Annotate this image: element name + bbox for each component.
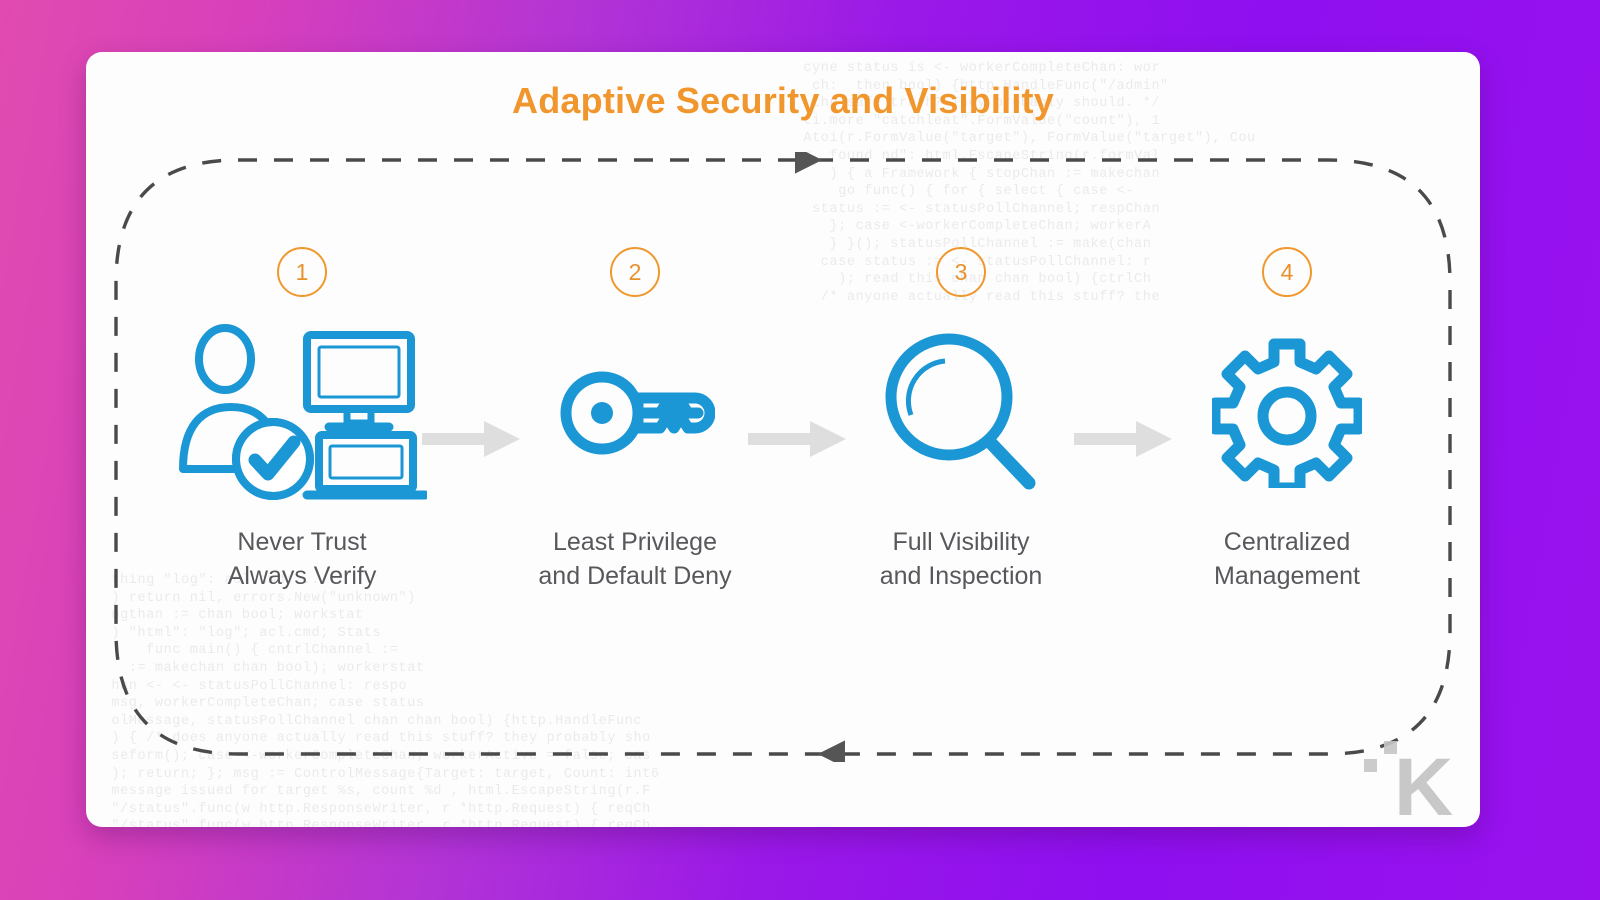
user-devices-verified-icon: [179, 324, 427, 500]
watermark-letter: K: [1394, 742, 1453, 825]
step-4-icon-box: [1212, 323, 1362, 503]
gear-icon: [1212, 338, 1362, 488]
step-4-number: 4: [1262, 247, 1312, 297]
content-card: cyne status is <- workerCompleteChan: wo…: [86, 52, 1480, 827]
key-icon: [560, 371, 715, 455]
step-3[interactable]: 3 Full Visibility and Inspection: [852, 247, 1070, 593]
step-2-number: 2: [610, 247, 660, 297]
magnifier-icon: [885, 333, 1036, 489]
step-4[interactable]: 4 Centralized Management: [1178, 247, 1396, 593]
step-1-label: Never Trust Always Verify: [227, 528, 377, 590]
step-3-number: 3: [936, 247, 986, 297]
step-2-label: Least Privilege and Default Deny: [538, 528, 732, 590]
arrow-1-to-2: [418, 417, 526, 461]
arrow-2-to-3: [744, 417, 852, 461]
step-3-label: Full Visibility and Inspection: [879, 528, 1043, 590]
slide-stage: cyne status is <- workerCompleteChan: wo…: [0, 0, 1600, 900]
step-4-label: Centralized Management: [1214, 528, 1360, 590]
steps-row: 1 Never Trust Always Verify 2 Least Priv…: [179, 247, 1396, 707]
step-1-icon-box: [177, 323, 427, 503]
step-2[interactable]: 2 Least Privilege and Default Deny: [526, 247, 744, 593]
watermark-logo: K: [1364, 741, 1453, 825]
step-3-icon-box: [881, 323, 1041, 503]
arrow-right-icon: [748, 421, 846, 457]
arrow-right-icon: [1074, 421, 1172, 457]
arrow-3-to-4: [1070, 417, 1178, 461]
step-1[interactable]: 1 Never Trust Always Verify: [179, 247, 427, 593]
loop-top-arrowhead: [795, 152, 823, 174]
step-2-icon-box: [555, 323, 715, 503]
arrow-right-icon: [422, 421, 520, 457]
page-title: Adaptive Security and Visibility: [512, 80, 1054, 121]
loop-bottom-arrowhead: [817, 740, 845, 762]
step-1-number: 1: [277, 247, 327, 297]
